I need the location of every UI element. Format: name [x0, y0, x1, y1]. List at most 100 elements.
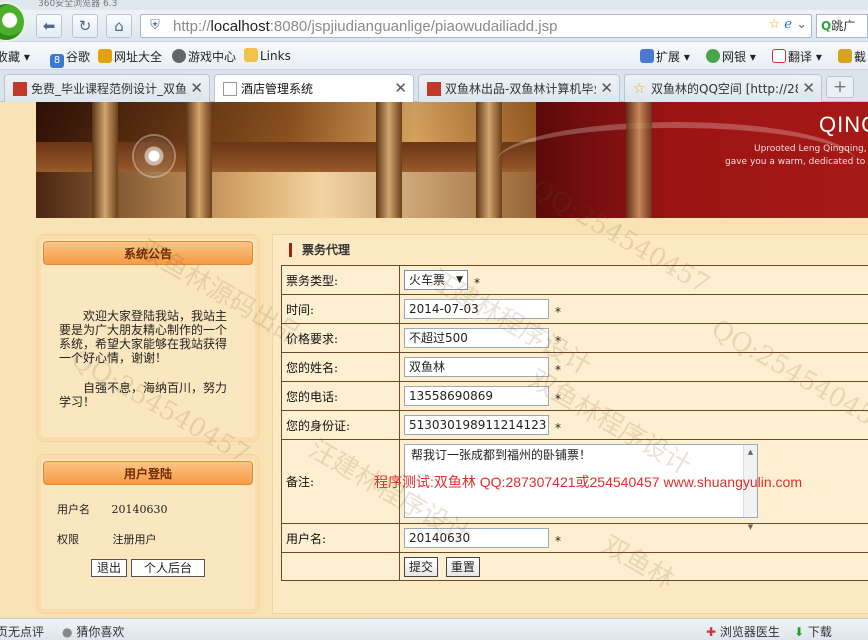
form-title: 票务代理 — [289, 243, 350, 257]
shield-icon: ⛨ — [150, 18, 160, 33]
name-label: 您的姓名: — [281, 352, 400, 382]
page-content: QING Uprooted Leng Qingqing, X gave you … — [0, 102, 868, 618]
toolbar-translate[interactable]: 翻译 ▾ — [772, 48, 822, 65]
username-value: 20140630 — [111, 503, 168, 516]
required-mark: * — [555, 363, 561, 378]
status-download[interactable]: ⬇ 下载 — [794, 623, 832, 640]
ie-mode-icon[interactable]: ℯ — [784, 17, 792, 32]
sites-icon — [98, 49, 112, 63]
address-url: http://localhost:8080/jspjiudianguanlige… — [173, 18, 558, 35]
address-bar[interactable]: ⛨ http://localhost:8080/jspjiudianguanli… — [140, 14, 812, 38]
document-icon — [223, 82, 237, 96]
google-icon: 8 — [50, 54, 64, 68]
form-username-label: 用户名: — [281, 523, 400, 553]
status-guess-you-like[interactable]: ● 猜你喜欢 — [62, 623, 124, 640]
toolbar-bank[interactable]: 网银 ▾ — [706, 48, 756, 65]
required-mark: * — [555, 305, 561, 320]
test-info-overlay: 程序测试:双鱼林 QQ:287307421或254540457 www.shua… — [374, 474, 802, 490]
role-row: 权限 注册用户 — [57, 531, 157, 547]
price-input[interactable]: 不超过500 — [404, 327, 549, 348]
bookmark-google[interactable]: 8 谷歌 — [50, 48, 90, 68]
reset-button[interactable]: 重置 — [445, 556, 480, 577]
window-title-bar: 360安全浏览器 6.3 — [0, 0, 868, 10]
bookmark-links[interactable]: Links — [244, 48, 291, 63]
tab-hotel-management[interactable]: 酒店管理系统 ✕ — [214, 74, 414, 103]
form-row-time: 时间: 2014-07-03 * — [281, 294, 868, 324]
form-row-phone: 您的电话: 13558690869 * — [281, 381, 868, 411]
phone-label: 您的电话: — [281, 381, 400, 411]
id-card-label: 您的身份证: — [281, 410, 400, 440]
required-mark: * — [555, 334, 561, 349]
star-icon: ☆ — [633, 81, 646, 97]
logout-button[interactable]: 退出 — [91, 559, 127, 577]
form-row-name: 您的姓名: 双鱼林 * — [281, 352, 868, 382]
status-bar: 页无点评 ● 猜你喜欢 ✚ 浏览器医生 ⬇ 下载 — [0, 618, 868, 640]
navigation-bar: ⬅ ↻ ⌂ ⛨ http://localhost:8080/jspjiudian… — [0, 2, 868, 42]
tab-shuangyulin[interactable]: 双鱼林出品-双鱼林计算机毕业 ✕ — [418, 74, 620, 102]
status-review: 页无点评 — [0, 625, 45, 639]
banner-subtitle-2: gave you a warm, dedicated to yo — [725, 157, 868, 167]
chevron-down-icon: ▼ — [456, 274, 463, 285]
plus-icon: ✚ — [706, 625, 717, 639]
window-title: 360安全浏览器 6.3 — [38, 0, 118, 9]
time-input[interactable]: 2014-07-03 — [404, 298, 549, 319]
lamp-glow — [132, 134, 176, 178]
notice-heading: 系统公告 — [43, 241, 253, 265]
bookmark-games[interactable]: 游戏中心 — [172, 48, 236, 65]
price-label: 价格要求: — [281, 323, 400, 353]
required-mark: * — [555, 534, 561, 549]
close-tab-icon[interactable]: ✕ — [186, 79, 203, 97]
username-row: 用户名 20140630 — [57, 501, 168, 517]
search-input[interactable]: Q跳广 — [816, 14, 868, 38]
form-row-price: 价格要求: 不超过500 * — [281, 323, 868, 353]
phone-input[interactable]: 13558690869 — [404, 385, 549, 406]
required-mark: * — [474, 276, 480, 291]
search-engine-icon: Q — [821, 19, 832, 33]
home-button[interactable]: ⌂ — [106, 14, 132, 38]
hotel-banner-image: QING Uprooted Leng Qingqing, X gave you … — [36, 102, 868, 218]
close-tab-icon[interactable]: ✕ — [596, 79, 613, 97]
notice-paragraph-2: 自强不息，海纳百川，努力学习！ — [59, 381, 228, 409]
username-label: 用户名 — [57, 503, 90, 516]
notice-paragraph-1: 欢迎大家登陆我站，我站主要是为广大朋友精心制作的一个系统，希望大家能够在我站获得… — [59, 309, 228, 365]
name-input[interactable]: 双鱼林 — [404, 356, 549, 377]
bookmarks-bar: 收藏 ▾ 8 谷歌 网址大全 游戏中心 Links 扩展 ▾ 网银 ▾ 翻译 ▾ … — [0, 42, 868, 70]
role-value: 注册用户 — [112, 533, 157, 546]
ticket-form: 票务类型: 火车票 ▼ * 时间: 2014-07-03 * 价格要求: 不超过500… — [281, 265, 868, 581]
tab-qq-space[interactable]: ☆ 双鱼林的QQ空间 [http://287 ✕ — [624, 74, 822, 102]
toolbar-screenshot[interactable]: 截 — [838, 48, 866, 65]
close-tab-icon[interactable]: ✕ — [798, 79, 815, 97]
status-browser-doctor[interactable]: ✚ 浏览器医生 — [706, 623, 780, 640]
required-mark: * — [555, 421, 561, 436]
banner-title: QING — [819, 112, 868, 137]
close-tab-icon[interactable]: ✕ — [390, 79, 407, 97]
id-card-input[interactable]: 513030198911214123 — [404, 414, 549, 435]
folder-icon — [244, 48, 258, 62]
form-row-actions: 提交 重置 — [281, 552, 868, 581]
form-row-id-card: 您的身份证: 513030198911214123 * — [281, 410, 868, 440]
bookmark-sites[interactable]: 网址大全 — [98, 48, 162, 65]
bank-icon — [706, 49, 720, 63]
login-heading: 用户登陆 — [43, 461, 253, 485]
toolbar-extensions[interactable]: 扩展 ▾ — [640, 48, 690, 65]
system-notice-panel: 系统公告 欢迎大家登陆我站，我站主要是为广大朋友精心制作的一个系统，希望大家能够… — [36, 234, 260, 442]
grid-icon — [640, 49, 654, 63]
tab-free-course[interactable]: 免费_毕业课程范例设计_双鱼林 ✕ — [4, 74, 210, 102]
dropdown-chevron-icon[interactable]: ⌄ — [796, 17, 807, 32]
ticket-type-select[interactable]: 火车票 ▼ — [404, 269, 468, 290]
bookmark-favorites[interactable]: 收藏 ▾ — [0, 48, 30, 65]
back-button[interactable]: ⬅ — [36, 14, 62, 38]
favorite-star-icon[interactable]: ☆ — [768, 17, 780, 32]
form-row-username: 用户名: 20140630 * — [281, 523, 868, 553]
personal-backend-button[interactable]: 个人后台 — [131, 559, 205, 577]
circle-icon: ● — [62, 625, 73, 639]
new-tab-button[interactable]: + — [826, 76, 854, 98]
tab-strip: 免费_毕业课程范例设计_双鱼林 ✕ 酒店管理系统 ✕ 双鱼林出品-双鱼林计算机毕… — [0, 70, 868, 103]
submit-button[interactable]: 提交 — [404, 556, 439, 577]
form-username-input[interactable]: 20140630 — [404, 527, 549, 548]
translate-icon — [772, 49, 786, 63]
download-icon: ⬇ — [794, 625, 805, 639]
refresh-button[interactable]: ↻ — [72, 14, 98, 38]
address-tools: ☆ ℯ ⌄ — [768, 17, 807, 32]
banner-subtitle-1: Uprooted Leng Qingqing, X — [754, 144, 868, 154]
